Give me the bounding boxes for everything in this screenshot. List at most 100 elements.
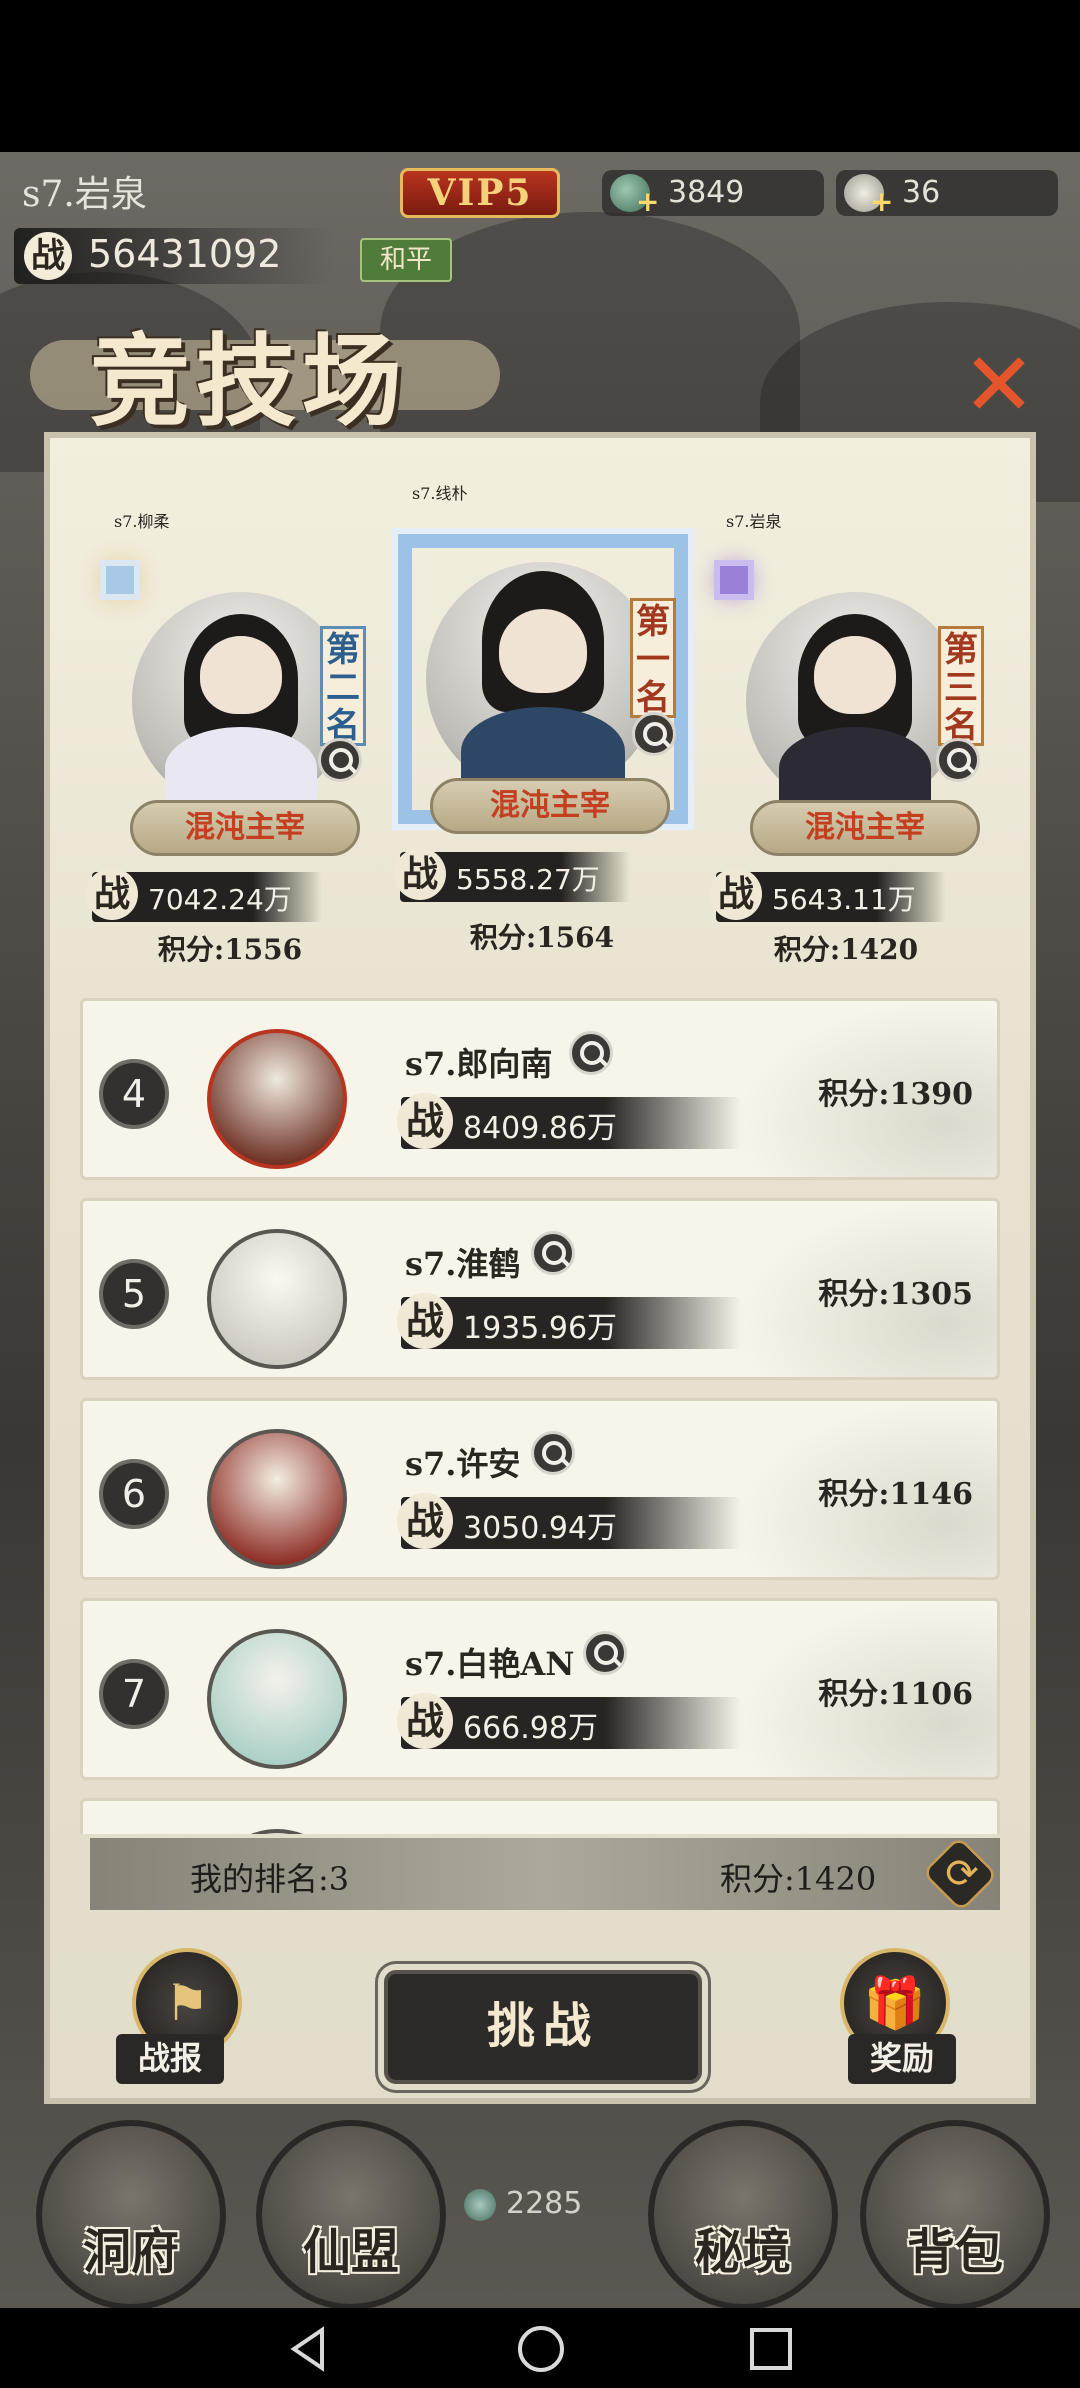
player-name: s7.岩泉 [22, 174, 147, 215]
avatar[interactable] [207, 1229, 347, 1369]
inspect-icon[interactable] [936, 738, 980, 782]
add-icon[interactable]: + [636, 188, 659, 216]
battle-icon: 战 [397, 1493, 453, 1549]
rank-tag: 第一名 [630, 598, 676, 718]
my-rank: 我的排名:3 [190, 1860, 350, 1898]
battle-icon: 战 [397, 1293, 453, 1349]
player-score: 积分:1305 [818, 1277, 973, 1312]
nav-label: 秘境 [694, 2224, 791, 2280]
inspect-icon[interactable] [583, 1631, 627, 1675]
nav-cave[interactable]: 洞府 [36, 2120, 226, 2310]
podium-portrait[interactable] [426, 562, 660, 796]
player-power: 战 56431092 [14, 228, 334, 284]
rank-number: 4 [99, 1059, 169, 1129]
podium-power: 战 5558.27万 [394, 848, 630, 902]
power-value: 8409.86万 [463, 1111, 618, 1146]
currency-spirit-value: 3849 [668, 175, 745, 210]
add-icon[interactable]: + [870, 188, 893, 216]
rank-number: 5 [99, 1259, 169, 1329]
rank-number: 7 [99, 1659, 169, 1729]
podium-name: s7.线朴 [412, 484, 468, 503]
back-icon[interactable] [282, 2322, 336, 2376]
podium-power: 战 5643.11万 [710, 868, 946, 922]
player-score: 积分:1146 [818, 1477, 973, 1512]
player-power-value: 56431092 [88, 232, 282, 276]
podium-portrait[interactable] [132, 592, 350, 810]
refresh-icon: ⟳ [945, 1851, 979, 1897]
podium-score: 积分:1564 [469, 921, 615, 954]
ranking-row[interactable]: 4 s7.郎向南 战 8409.86万 积分:1390 [80, 998, 1000, 1180]
podium-name: s7.岩泉 [726, 512, 782, 531]
player-name: s7.许安 [405, 1445, 521, 1483]
peace-mode-toggle[interactable]: 和平 [360, 238, 452, 282]
status-bar [0, 0, 1080, 152]
player-name: s7.淮鹤 [405, 1245, 521, 1283]
jade-value: 2285 [506, 2186, 583, 2221]
battle-report-label[interactable]: 战报 [116, 2034, 224, 2084]
currency-jade[interactable]: + 36 [836, 170, 1058, 216]
close-button[interactable]: ✕ [960, 341, 1038, 429]
vip-badge[interactable]: VIP5 [400, 168, 560, 218]
podium-ring [106, 566, 134, 594]
ranking-row[interactable]: 7 s7.白艳AN 战 666.98万 积分:1106 [80, 1598, 1000, 1780]
player-power: 战 1935.96万 [397, 1293, 741, 1349]
inspect-icon[interactable] [569, 1031, 613, 1075]
title-plate: 混沌主宰 [750, 800, 980, 856]
nav-alliance[interactable]: 仙盟 [256, 2120, 446, 2310]
arena-title: 竞技场 [90, 322, 408, 440]
ranking-row-partial[interactable] [80, 1798, 1000, 1834]
nav-label: 洞府 [82, 2224, 179, 2280]
recents-icon[interactable] [744, 2322, 798, 2376]
avatar[interactable] [207, 1429, 347, 1569]
nav-label: 背包 [906, 2224, 1003, 2280]
player-power: 战 8409.86万 [397, 1093, 741, 1149]
podium-ring [720, 566, 748, 594]
avatar[interactable] [207, 1029, 347, 1169]
ranking-list[interactable]: 4 s7.郎向南 战 8409.86万 积分:1390 5 s7.淮鹤 战 19… [80, 998, 1000, 1834]
arena-panel: s7.柳柔 第二名 混沌主宰 战 7042.24万 积分:1556 s7.线朴 … [44, 432, 1036, 2104]
player-power: 战 3050.94万 [397, 1493, 741, 1549]
ranking-row[interactable]: 6 s7.许安 战 3050.94万 积分:1146 [80, 1398, 1000, 1580]
battle-icon: 战 [24, 232, 72, 280]
jade-icon [464, 2188, 496, 2221]
avatar[interactable] [207, 1829, 347, 1834]
podium-portrait[interactable] [746, 592, 964, 810]
title-plate: 混沌主宰 [130, 800, 360, 856]
player-name: s7.白艳AN [405, 1645, 575, 1683]
battle-icon: 战 [397, 1093, 453, 1149]
currency-spirit[interactable]: + 3849 [602, 170, 824, 216]
podium-score: 积分:1420 [773, 933, 919, 966]
avatar[interactable] [207, 1629, 347, 1769]
challenge-button[interactable]: 挑战 [384, 1970, 702, 2084]
power-value: 5558.27万 [456, 863, 600, 896]
currency-jade-value: 36 [902, 175, 941, 210]
reward-label[interactable]: 奖励 [848, 2034, 956, 2084]
podium-name: s7.柳柔 [114, 512, 170, 531]
rank-number: 6 [99, 1459, 169, 1529]
inspect-icon[interactable] [531, 1231, 575, 1275]
jade-counter: 2285 [464, 2186, 664, 2230]
podium-power: 战 7042.24万 [86, 868, 322, 922]
power-value: 666.98万 [463, 1711, 598, 1746]
player-score: 积分:1390 [818, 1077, 973, 1112]
battle-icon: 战 [397, 1693, 453, 1749]
inspect-icon[interactable] [531, 1431, 575, 1475]
nav-label: 仙盟 [302, 2224, 399, 2280]
player-power: 战 666.98万 [397, 1693, 741, 1749]
home-icon[interactable] [514, 2322, 568, 2376]
battle-icon: 战 [86, 868, 138, 920]
rank-tag: 第二名 [320, 626, 366, 746]
power-value: 3050.94万 [463, 1511, 618, 1546]
rank-tag: 第三名 [938, 626, 984, 746]
title-plate: 混沌主宰 [430, 778, 670, 834]
nav-secret-realm[interactable]: 秘境 [648, 2120, 838, 2310]
power-value: 7042.24万 [148, 883, 292, 916]
my-rank-bar: 我的排名:3 积分:1420 ⟳ [90, 1835, 1000, 1913]
ranking-row[interactable]: 5 s7.淮鹤 战 1935.96万 积分:1305 [80, 1198, 1000, 1380]
power-value: 1935.96万 [463, 1311, 618, 1346]
inspect-icon[interactable] [318, 738, 362, 782]
nav-bag[interactable]: 背包 [860, 2120, 1050, 2310]
inspect-icon[interactable] [632, 712, 676, 756]
my-score: 积分:1420 [720, 1860, 877, 1898]
player-name: s7.郎向南 [405, 1045, 553, 1083]
